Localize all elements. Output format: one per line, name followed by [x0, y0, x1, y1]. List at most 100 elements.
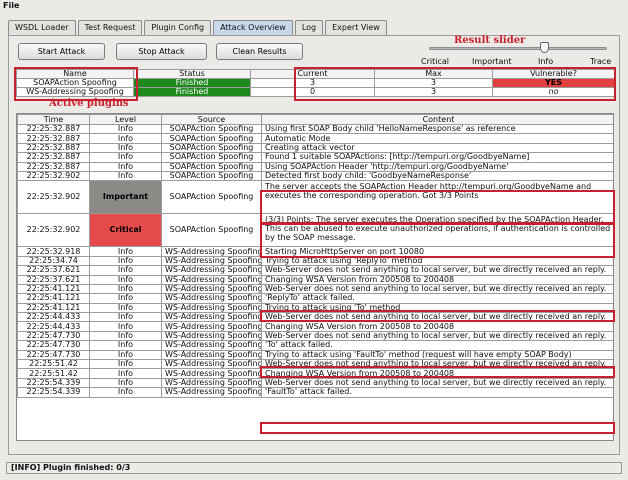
log-time: 22:25:41.121 [17, 302, 90, 314]
plugin-header-current[interactable]: Current [250, 69, 375, 79]
plugin-vulnerable: YES [492, 78, 615, 88]
log-time: 22:25:47.730 [17, 340, 90, 351]
stop-attack-button[interactable]: Stop Attack [116, 43, 207, 60]
log-level: Important [89, 180, 162, 215]
log-header-source[interactable]: Source [161, 114, 262, 125]
log-row[interactable]: 22:25:47.730 Info WS-Addressing Spoofing Tr… [17, 349, 613, 361]
log-source: WS-Addressing Spoofing [161, 368, 262, 379]
log-level: Info [89, 123, 162, 135]
log-row[interactable]: 22:25:32.902 Important SOAPAction Spoofing… [17, 180, 613, 215]
plugin-name: SOAPAction Spoofing [16, 78, 134, 88]
log-level: Info [89, 293, 162, 304]
log-body: 22:25:32.887 Info SOAPAction Spoofing Using… [17, 123, 613, 398]
log-row[interactable]: 22:25:32.902 Info SOAPAction Spoofing Detec… [17, 170, 613, 182]
log-level: Info [89, 283, 162, 295]
slider-label-important: Important [472, 57, 512, 66]
log-level: Critical [89, 213, 162, 248]
tab-wsdl-loader[interactable]: WSDL Loader [8, 20, 76, 36]
log-time: 22:25:32.887 [17, 133, 90, 144]
log-row[interactable]: 22:25:54.339 Info WS-Addressing Spoofing 'F… [17, 387, 613, 398]
log-row[interactable]: 22:25:37.621 Info WS-Addressing Spoofing We… [17, 265, 613, 276]
log-content: Web-Server does not send anything to loc… [261, 330, 613, 342]
log-row[interactable]: 22:25:32.887 Info SOAPAction Spoofing Autom… [17, 133, 613, 144]
log-row[interactable]: 22:25:32.887 Info SOAPAction Spoofing Found… [17, 152, 613, 163]
log-source: WS-Addressing Spoofing [161, 340, 262, 351]
log-row[interactable]: 22:25:32.918 Info WS-Addressing Spoofing St… [17, 246, 613, 257]
plugin-header-name[interactable]: Name [16, 69, 134, 79]
log-content: Web-Server does not send anything to loc… [261, 377, 613, 389]
plugin-max: 3 [374, 78, 493, 88]
log-time: 22:25:34.74 [17, 255, 90, 267]
log-level: Info [89, 265, 162, 276]
plugin-header-max[interactable]: Max [374, 69, 493, 79]
plugin-row[interactable]: SOAPAction Spoofing Finished 3 3 YES [16, 78, 615, 88]
log-row[interactable]: 22:25:32.887 Info SOAPAction Spoofing Creat… [17, 142, 613, 154]
log-content: Found 1 suitable SOAPActions: [http://te… [261, 152, 613, 163]
log-time: 22:25:47.730 [17, 330, 90, 342]
log-content: Trying to attack using 'ReplyTo' method [261, 255, 613, 267]
log-row[interactable]: 22:25:44.433 Info WS-Addressing Spoofing We… [17, 312, 613, 323]
log-source: SOAPAction Spoofing [161, 133, 262, 144]
log-content: Web-Server does not send anything to loc… [261, 265, 613, 276]
tab-plugin-config[interactable]: Plugin Config [144, 20, 212, 36]
log-row[interactable]: 22:25:37.621 Info WS-Addressing Spoofing Ch… [17, 274, 613, 285]
log-header-content[interactable]: Content [261, 114, 613, 125]
result-slider[interactable] [429, 47, 607, 50]
log-header-level[interactable]: Level [89, 114, 162, 125]
log-level: Info [89, 170, 162, 182]
log-time: 22:25:37.621 [17, 274, 90, 285]
clean-results-button[interactable]: Clean Results [216, 43, 303, 60]
log-source: SOAPAction Spoofing [161, 213, 262, 248]
log-level: Info [89, 133, 162, 144]
tab-expert-view[interactable]: Expert View [325, 20, 387, 36]
log-row[interactable]: 22:25:34.74 Info WS-Addressing Spoofing Try… [17, 255, 613, 267]
log-row[interactable]: 22:25:32.902 Critical SOAPAction Spoofing(… [17, 213, 613, 248]
status-bar: [INFO] Plugin finished: 0/3 [6, 462, 622, 474]
plugin-header-vulnerable[interactable]: Vulnerable? [492, 69, 615, 79]
log-source: SOAPAction Spoofing [161, 170, 262, 182]
log-content: Web-Server does not send anything to loc… [261, 312, 613, 323]
plugin-row[interactable]: WS-Addressing Spoofing Finished 0 3 no [16, 87, 615, 97]
log-level: Info [89, 321, 162, 332]
log-time: 22:25:51.42 [17, 368, 90, 379]
log-row[interactable]: 22:25:32.887 Info SOAPAction Spoofing Using… [17, 123, 613, 135]
log-source: WS-Addressing Spoofing [161, 377, 262, 389]
log-row[interactable]: 22:25:51.42 Info WS-Addressing Spoofing Web… [17, 359, 613, 370]
log-source: WS-Addressing Spoofing [161, 274, 262, 285]
log-row[interactable]: 22:25:41.121 Info WS-Addressing Spoofing Tr… [17, 302, 613, 314]
log-row[interactable]: 22:25:41.121 Info WS-Addressing Spoofing We… [17, 283, 613, 295]
log-time: 22:25:44.433 [17, 321, 90, 332]
tab-log[interactable]: Log [294, 20, 324, 36]
plugin-header-status[interactable]: Status [133, 69, 251, 79]
log-content: Trying to attack using 'FaultTo' method … [261, 349, 613, 361]
log-level: Info [89, 368, 162, 379]
log-level: Info [89, 312, 162, 323]
log-source: SOAPAction Spoofing [161, 161, 262, 172]
log-source: WS-Addressing Spoofing [161, 387, 262, 398]
tab-attack-overview[interactable]: Attack Overview [213, 20, 293, 36]
tab-test-request[interactable]: Test Request [77, 20, 143, 36]
log-level: Info [89, 377, 162, 389]
log-header-time[interactable]: Time [17, 114, 90, 125]
log-time: 22:25:32.902 [17, 213, 90, 248]
log-content: (3/3) Points: The server executes the Op… [261, 213, 613, 248]
log-row[interactable]: 22:25:32.887 Info SOAPAction Spoofing Using… [17, 161, 613, 172]
log-row[interactable]: 22:25:47.730 Info WS-Addressing Spoofing We… [17, 330, 613, 342]
log-row[interactable]: 22:25:51.42 Info WS-Addressing Spoofing Cha… [17, 368, 613, 379]
log-row[interactable]: 22:25:54.339 Info WS-Addressing Spoofing We… [17, 377, 613, 389]
log-source: WS-Addressing Spoofing [161, 312, 262, 323]
slider-label-info: Info [538, 57, 554, 66]
log-row[interactable]: 22:25:47.730 Info WS-Addressing Spoofing 'T… [17, 340, 613, 351]
log-level: Info [89, 152, 162, 163]
log-level: Info [89, 387, 162, 398]
log-row[interactable]: 22:25:44.433 Info WS-Addressing Spoofing Ch… [17, 321, 613, 332]
log-time: 22:25:41.121 [17, 293, 90, 304]
start-attack-button[interactable]: Start Attack [18, 43, 105, 60]
menu-file[interactable]: File [3, 1, 19, 10]
plugin-current: 0 [250, 87, 375, 97]
result-slider-knob[interactable] [540, 42, 549, 53]
log-source: SOAPAction Spoofing [161, 152, 262, 163]
log-table-container[interactable]: Time Level Source Content 22:25:32.887 In… [16, 113, 614, 441]
log-row[interactable]: 22:25:41.121 Info WS-Addressing Spoofing 'R… [17, 293, 613, 304]
log-content: 'FaultTo' attack failed. [261, 387, 613, 398]
